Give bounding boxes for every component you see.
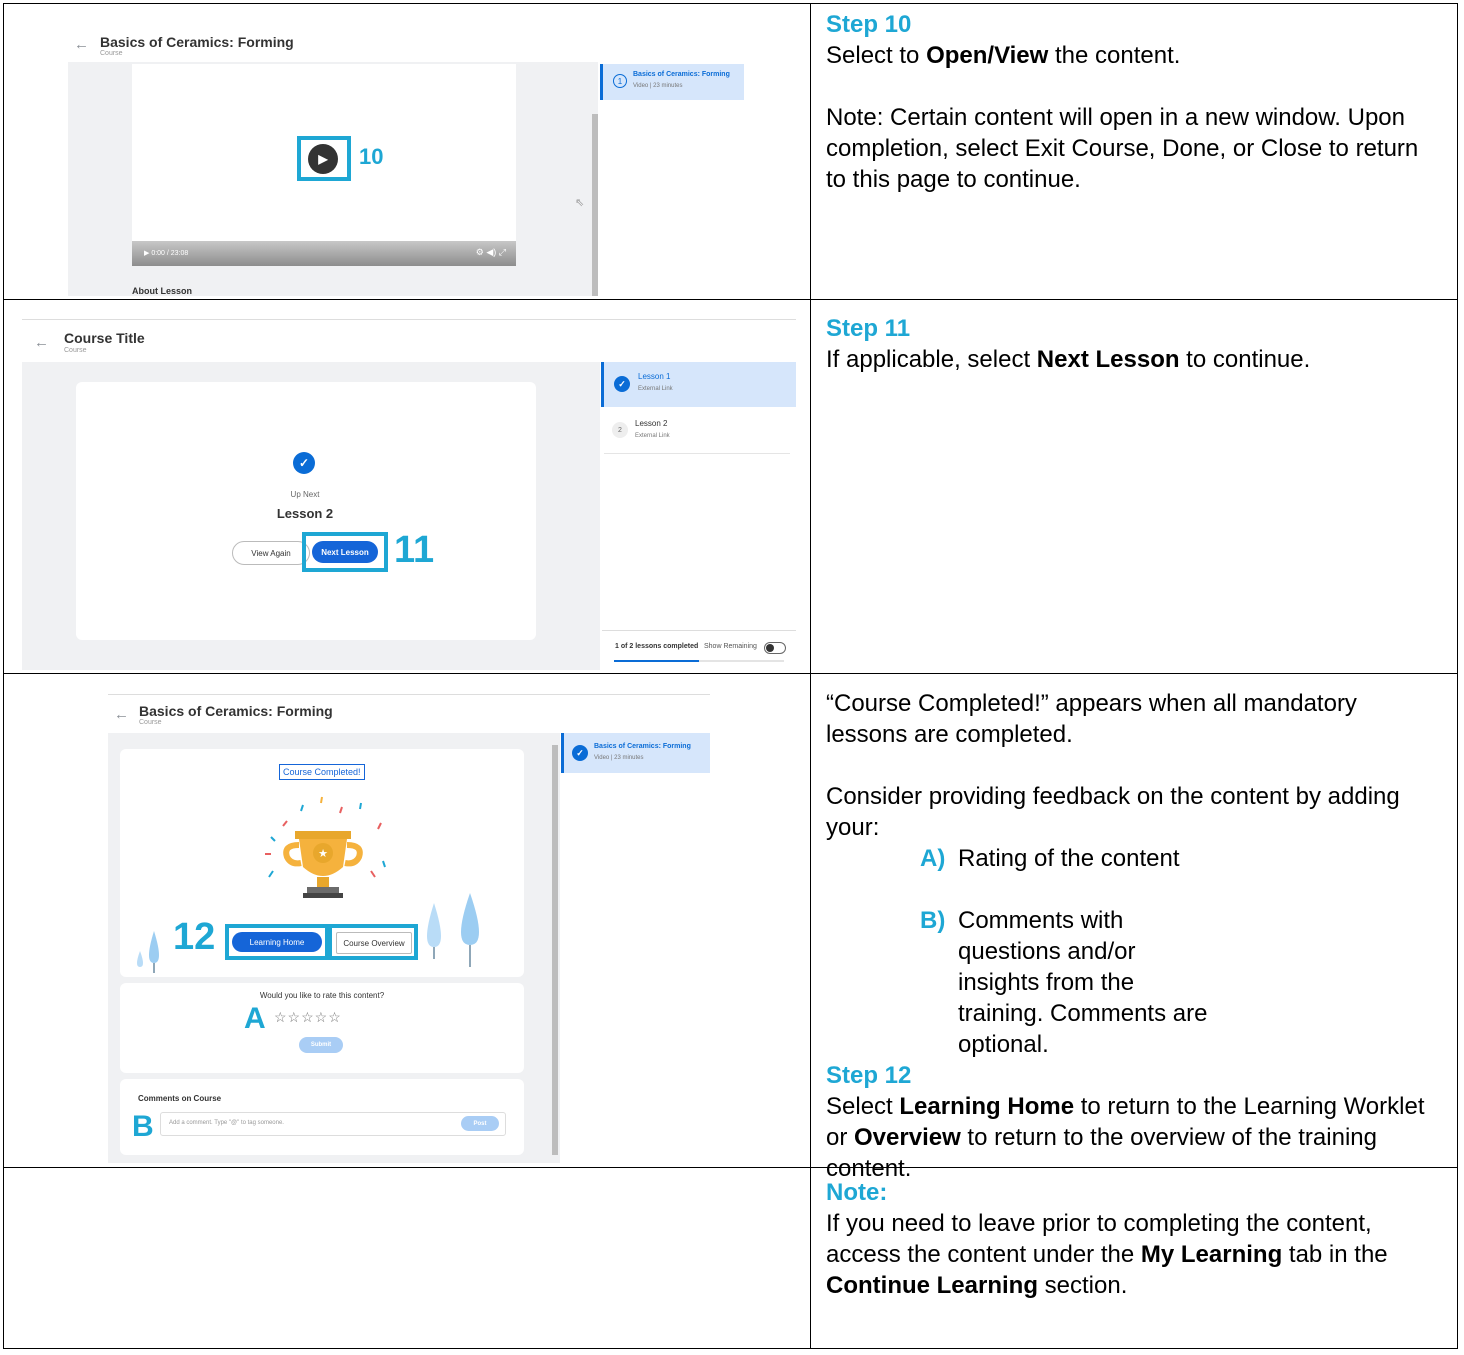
step-12-title: Step 12 bbox=[826, 1062, 912, 1089]
learning-home-button[interactable]: Learning Home bbox=[232, 932, 322, 952]
feedback-item-b: B) Comments with questions and/or insigh… bbox=[920, 907, 1208, 1058]
submit-button[interactable]: Submit bbox=[299, 1037, 343, 1053]
step-10-note: Note: Certain content will open in a new… bbox=[826, 104, 1419, 193]
note-text: Note: If you need to leave prior to comp… bbox=[826, 1177, 1436, 1301]
feedback-item-a: A) Rating of the content bbox=[920, 845, 1180, 872]
step-11-text: Step 11 If applicable, select Next Lesso… bbox=[826, 313, 1436, 375]
lesson-2-title: Lesson 2 bbox=[635, 419, 668, 428]
check-icon: ✓ bbox=[293, 452, 315, 474]
screenshot-step-11: ← Course Title Course ✓ Up Next Lesson 2… bbox=[22, 316, 796, 670]
course-title: Course Title bbox=[64, 330, 145, 346]
progress-bar bbox=[614, 660, 784, 662]
course-overview-button[interactable]: Course Overview bbox=[336, 932, 412, 954]
video-controls-bar: ▶ 0:00 / 23:08 ⚙ ◀) ⤢ bbox=[132, 241, 516, 266]
feedback-intro: Consider providing feedback on the conte… bbox=[826, 783, 1400, 841]
course-subtitle: Course bbox=[64, 347, 87, 354]
row-divider bbox=[3, 673, 1458, 674]
tree-icon bbox=[137, 931, 159, 973]
tree-icon bbox=[427, 893, 479, 967]
step-12-text: “Course Completed!” appears when all man… bbox=[826, 688, 1436, 1184]
step-10-title: Step 10 bbox=[826, 11, 912, 38]
video-control-icons[interactable]: ⚙ ◀) ⤢ bbox=[476, 247, 506, 258]
video-time: ▶ 0:00 / 23:08 bbox=[144, 250, 189, 257]
callout-letter-b: B bbox=[132, 1110, 154, 1143]
play-icon[interactable]: ▶ bbox=[308, 144, 338, 174]
up-next-label: Up Next bbox=[290, 490, 320, 499]
scrollbar[interactable] bbox=[592, 114, 598, 296]
lesson-complete-check-icon: ✓ bbox=[614, 376, 630, 392]
course-subtitle: Course bbox=[100, 50, 123, 57]
course-subtitle: Course bbox=[139, 719, 162, 726]
column-divider bbox=[810, 3, 811, 1349]
mouse-cursor-icon: ⇖ bbox=[575, 197, 585, 209]
lesson-1-title: Lesson 1 bbox=[638, 372, 671, 381]
back-arrow-icon[interactable]: ← bbox=[34, 334, 49, 351]
lesson-2-nav-item[interactable]: 2 Lesson 2 External Link bbox=[604, 408, 790, 454]
comment-input[interactable]: Add a comment. Type "@" to tag someone. … bbox=[160, 1112, 506, 1136]
course-title: Basics of Ceramics: Forming bbox=[100, 34, 294, 50]
nav-lesson-meta: Video | 23 minutes bbox=[594, 755, 644, 761]
next-lesson-title: Lesson 2 bbox=[276, 506, 334, 521]
lesson-2-meta: External Link bbox=[635, 433, 670, 439]
view-again-button[interactable]: View Again bbox=[232, 541, 310, 565]
callout-number-11: 11 bbox=[394, 529, 435, 571]
trophy-icon: ★ bbox=[265, 796, 386, 898]
scrollbar[interactable] bbox=[552, 745, 558, 1155]
next-lesson-button[interactable]: Next Lesson bbox=[312, 541, 378, 563]
show-remaining-label: Show Remaining bbox=[704, 643, 757, 650]
lesson-complete-check-icon: ✓ bbox=[572, 745, 588, 761]
show-remaining-toggle[interactable] bbox=[764, 642, 786, 654]
lesson-1-meta: External Link bbox=[638, 386, 673, 392]
lesson-1-nav-item[interactable]: ✓ Lesson 1 External Link bbox=[601, 362, 796, 407]
nav-lesson-title: Basics of Ceramics: Forming bbox=[633, 71, 730, 78]
callout-letter-a: A bbox=[244, 1002, 266, 1035]
about-lesson-heading: About Lesson bbox=[132, 286, 192, 296]
lesson-nav-item[interactable]: 1 Basics of Ceramics: Forming Video | 23… bbox=[600, 64, 744, 100]
back-arrow-icon[interactable]: ← bbox=[114, 706, 129, 723]
progress-text: 1 of 2 lessons completed bbox=[615, 643, 699, 650]
row-divider bbox=[3, 299, 1458, 300]
step-11-title: Step 11 bbox=[826, 315, 911, 342]
callout-number-10: 10 bbox=[359, 144, 384, 169]
rating-question: Would you like to rate this content? bbox=[259, 991, 385, 1000]
post-button[interactable]: Post bbox=[461, 1116, 499, 1131]
nav-lesson-title: Basics of Ceramics: Forming bbox=[594, 743, 691, 750]
step-10-text: Step 10 Select to Open/View the content.… bbox=[826, 9, 1436, 195]
screenshot-step-10: ← Basics of Ceramics: Forming Course ▶ 0… bbox=[68, 24, 744, 296]
back-arrow-icon[interactable]: ← bbox=[74, 36, 89, 53]
course-title: Basics of Ceramics: Forming bbox=[139, 703, 333, 719]
lesson-nav-item[interactable]: ✓ Basics of Ceramics: Forming Video | 23… bbox=[561, 733, 710, 773]
callout-number-12: 12 bbox=[173, 916, 216, 958]
lesson-number-badge: 2 bbox=[612, 422, 628, 438]
lesson-number-badge: 1 bbox=[613, 74, 627, 88]
course-completed-heading: Course Completed! bbox=[279, 764, 365, 780]
screenshot-step-12: ← Basics of Ceramics: Forming Course Cou… bbox=[108, 691, 710, 1163]
course-completed-explanation: “Course Completed!” appears when all man… bbox=[826, 690, 1357, 748]
svg-text:★: ★ bbox=[318, 847, 328, 860]
star-rating-input[interactable]: ☆☆☆☆☆ bbox=[274, 1009, 342, 1026]
note-title: Note: bbox=[826, 1179, 888, 1206]
nav-lesson-meta: Video | 23 minutes bbox=[633, 83, 683, 89]
comments-heading: Comments on Course bbox=[138, 1094, 222, 1103]
